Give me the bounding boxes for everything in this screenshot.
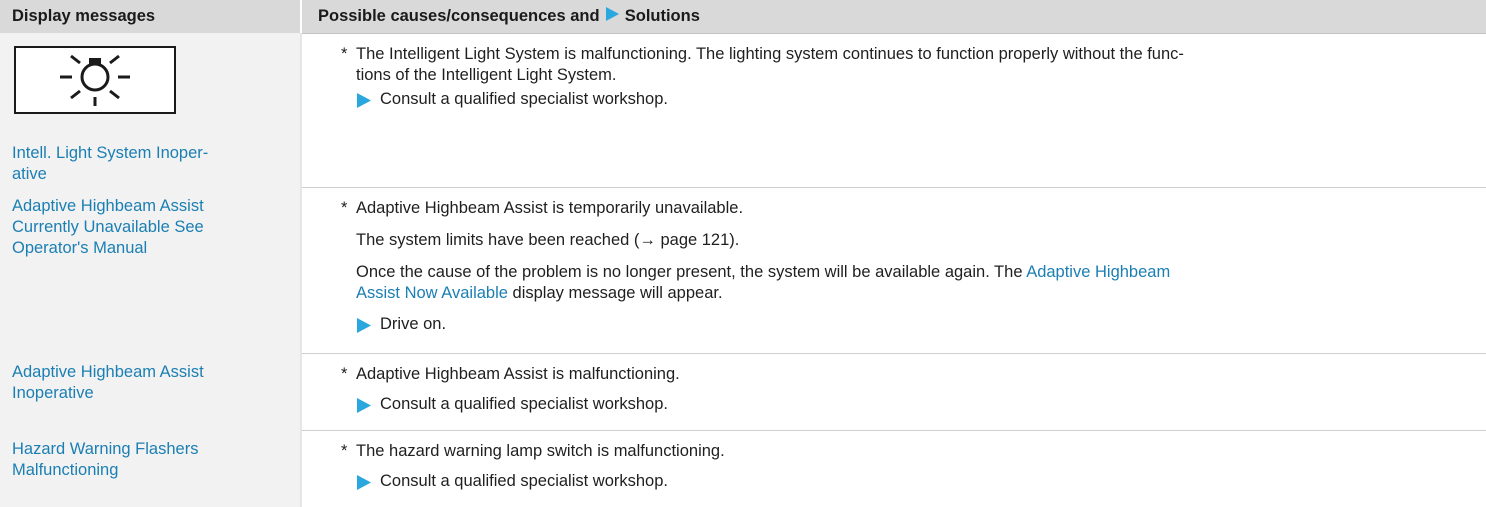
- message-cell: Hazard Warning Flashers Malfunctioning: [0, 430, 300, 507]
- cause-text: Adaptive Highbeam Assist is malfunctioni…: [356, 365, 680, 383]
- column-divider: [300, 430, 302, 507]
- solution-arrow-icon: [357, 93, 371, 108]
- availability-text-suffix: display message will appear.: [512, 284, 723, 302]
- message-cell: Intell. Light System Inoper- ative: [0, 33, 300, 187]
- message-adaptive-highbeam-unavailable: Adaptive Highbeam Assist Currently Unava…: [12, 196, 292, 259]
- table-row: Adaptive Highbeam Assist Currently Unava…: [0, 187, 1486, 354]
- availability-text: Assist Now Available display message wil…: [356, 283, 723, 304]
- header-causes-solutions: Possible causes/consequences and Solutio…: [318, 0, 700, 33]
- message-line: Malfunctioning: [12, 461, 119, 479]
- message-intell-light-system: Intell. Light System Inoper- ative: [12, 143, 292, 185]
- bullet-asterisk: *: [341, 442, 348, 460]
- display-message-link: Assist Now Available: [356, 284, 508, 302]
- solution-arrow-icon: [606, 7, 620, 21]
- cause-text: The Intelligent Light System is malfunct…: [356, 45, 1184, 63]
- table-row: Hazard Warning Flashers Malfunctioning *…: [0, 430, 1486, 507]
- table-header: Display messages Possible causes/consequ…: [0, 0, 1486, 34]
- table-row: Intell. Light System Inoper- ative * The…: [0, 33, 1486, 188]
- message-line: Hazard Warning Flashers: [12, 440, 199, 458]
- message-line: Inoperative: [12, 384, 94, 402]
- solution-arrow-icon: [357, 398, 371, 413]
- cause-text: Adaptive Highbeam Assist is temporarily …: [356, 199, 744, 217]
- solution-arrow-icon: [357, 318, 371, 333]
- limits-text: The system limits have been reached (→ p…: [356, 231, 740, 249]
- message-cell: Adaptive Highbeam Assist Inoperative: [0, 353, 300, 430]
- solution-text: Consult a qualified specialist workshop.: [380, 90, 668, 108]
- light-bulb-icon: [60, 54, 130, 106]
- availability-text-prefix: Once the cause of the problem is no long…: [356, 263, 1023, 281]
- solution-text: Consult a qualified specialist workshop.: [380, 472, 668, 490]
- solution-step: Drive on.: [356, 314, 956, 335]
- message-cell: Adaptive Highbeam Assist Currently Unava…: [0, 187, 300, 353]
- header-divider: [300, 0, 302, 33]
- solution-step: Consult a qualified specialist workshop.: [356, 471, 956, 492]
- display-icon-box: [14, 46, 176, 114]
- bullet-asterisk: *: [341, 45, 348, 63]
- message-line: Operator's Manual: [12, 239, 148, 257]
- header-solutions-label: Solutions: [624, 7, 700, 25]
- message-line: Adaptive Highbeam Assist: [12, 197, 204, 215]
- solution-step: Consult a qualified specialist workshop.: [356, 394, 956, 415]
- solution-text: Drive on.: [380, 315, 447, 333]
- column-divider: [300, 33, 302, 187]
- message-line: Adaptive Highbeam Assist: [12, 363, 204, 381]
- header-display-messages: Display messages: [12, 7, 156, 25]
- message-hazard-warning-flashers: Hazard Warning Flashers Malfunctioning: [12, 439, 292, 481]
- message-line: Currently Unavailable See: [12, 218, 204, 236]
- display-message-link: Adaptive Highbeam: [1026, 263, 1171, 281]
- header-causes-label: Possible causes/consequences and: [318, 7, 600, 25]
- solution-arrow-icon: [357, 475, 371, 490]
- message-line: ative: [12, 165, 47, 183]
- message-line: Intell. Light System Inoper-: [12, 144, 209, 162]
- solution-step: Consult a qualified specialist workshop.: [356, 89, 956, 110]
- availability-text: Once the cause of the problem is no long…: [356, 262, 1170, 283]
- cause-text: The hazard warning lamp switch is malfun…: [356, 442, 725, 460]
- solution-text: Consult a qualified specialist workshop.: [380, 395, 668, 413]
- display-messages-table: Display messages Possible causes/consequ…: [0, 0, 1486, 507]
- column-divider: [300, 353, 302, 430]
- message-adaptive-highbeam-inoperative: Adaptive Highbeam Assist Inoperative: [12, 362, 292, 404]
- bullet-asterisk: *: [341, 365, 348, 383]
- bullet-asterisk: *: [341, 199, 348, 217]
- table-row: Adaptive Highbeam Assist Inoperative * A…: [0, 353, 1486, 431]
- cause-text: tions of the Intelligent Light System.: [356, 66, 617, 84]
- column-divider: [300, 187, 302, 353]
